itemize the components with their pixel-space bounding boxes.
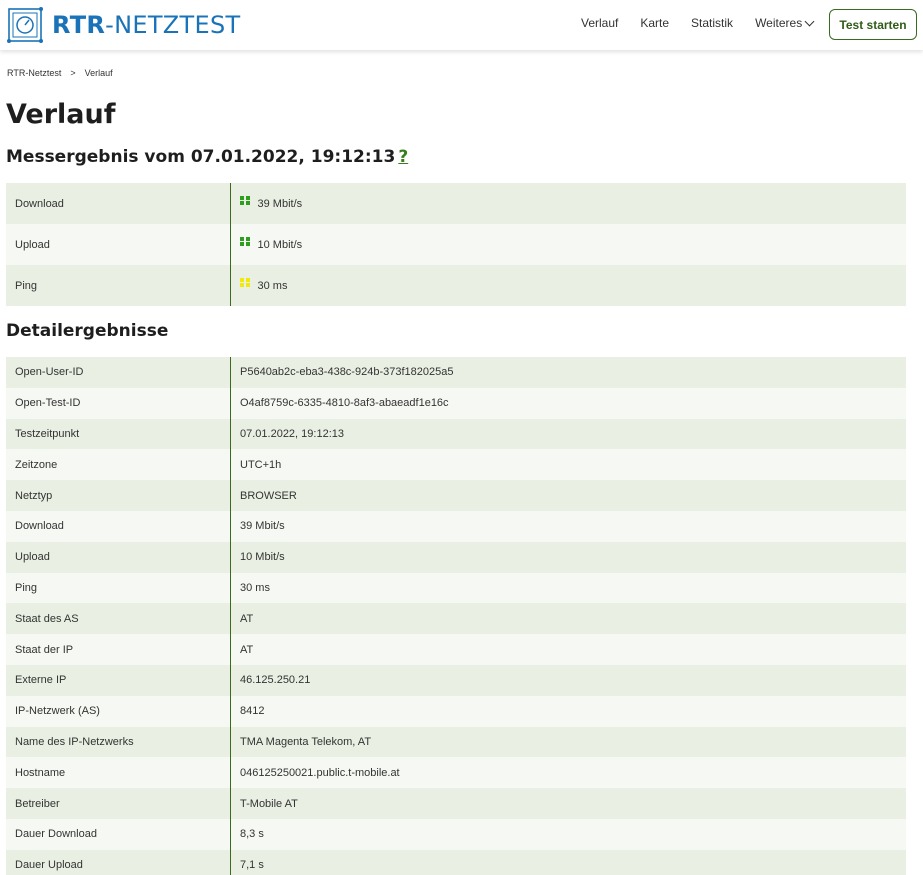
detail-row: Staat der IP AT: [6, 634, 906, 665]
detail-value: 39 Mbit/s: [230, 510, 906, 542]
detail-value: O4af8759c-6335-4810-8af3-abaeadf1e16c: [230, 387, 906, 419]
detail-label: IP-Netzwerk (AS): [15, 705, 100, 718]
detail-row: IP-Netzwerk (AS) 8412: [6, 695, 906, 727]
detail-label: Staat der IP: [15, 643, 74, 656]
summary-value-cell: 30 ms: [230, 265, 906, 306]
detail-row: Name des IP-Netzwerks TMA Magenta Telekom…: [6, 726, 906, 758]
speedometer-logo-icon: [6, 6, 44, 44]
rating-squares-icon: [240, 236, 250, 247]
detail-value: 10 Mbit/s: [230, 541, 906, 573]
result-title: Messergebnis vom 07.01.2022, 19:12:13?: [6, 147, 408, 167]
breadcrumb: RTR-Netztest > Verlauf: [7, 68, 113, 78]
summary-value: 30 ms: [257, 279, 288, 292]
rating-squares-icon: [240, 277, 250, 288]
detail-value: 07.01.2022, 19:12:13: [230, 418, 906, 450]
breadcrumb-separator: >: [70, 68, 76, 78]
detail-value: AT: [230, 603, 906, 635]
summary-label: Download: [15, 197, 64, 210]
detail-table: Open-User-ID P5640ab2c-eba3-438c-924b-373…: [6, 357, 906, 875]
nav-verlauf[interactable]: Verlauf: [581, 16, 618, 30]
nav-weiteres-label: Weiteres: [755, 16, 803, 30]
summary-row: Ping 30 ms: [6, 265, 906, 306]
help-link[interactable]: ?: [398, 147, 408, 167]
detail-value: 046125250021.public.t-mobile.at: [230, 757, 906, 789]
detail-row: Open-Test-ID O4af8759c-6335-4810-8af3-aba…: [6, 387, 906, 419]
detail-label: Open-User-ID: [15, 366, 84, 379]
detail-label: Name des IP-Netzwerks: [15, 735, 134, 748]
detail-value: 30 ms: [230, 572, 906, 604]
summary-label: Ping: [15, 279, 38, 292]
nav-karte[interactable]: Karte: [640, 16, 669, 30]
detail-row: Ping 30 ms: [6, 572, 906, 604]
detail-label: Open-Test-ID: [15, 397, 81, 410]
detail-row: Download 39 Mbit/s: [6, 510, 906, 542]
detail-label: Hostname: [15, 766, 66, 779]
detail-value: AT: [230, 634, 906, 665]
detail-value: UTC+1h: [230, 449, 906, 481]
detail-label: Betreiber: [15, 797, 60, 810]
detail-row: Staat des AS AT: [6, 603, 906, 635]
detail-row: Netztyp BROWSER: [6, 480, 906, 511]
breadcrumb-home[interactable]: RTR-Netztest: [7, 68, 61, 78]
logo-text: RTR-NETZTEST: [52, 11, 241, 39]
detail-label: Download: [15, 520, 64, 533]
detail-title: Detailergebnisse: [6, 321, 169, 341]
summary-label: Upload: [15, 238, 50, 251]
detail-row: Betreiber T-Mobile AT: [6, 788, 906, 819]
summary-value: 10 Mbit/s: [257, 238, 303, 251]
rating-squares-icon: [240, 195, 250, 206]
detail-value: TMA Magenta Telekom, AT: [230, 726, 906, 758]
summary-value-cell: 10 Mbit/s: [230, 224, 906, 265]
detail-value: 46.125.250.21: [230, 664, 906, 696]
logo[interactable]: RTR-NETZTEST: [6, 6, 240, 44]
detail-label: Testzeitpunkt: [15, 427, 80, 440]
detail-row: Dauer Download 8,3 s: [6, 818, 906, 850]
detail-label: Staat des AS: [15, 612, 79, 625]
detail-label: Dauer Upload: [15, 859, 83, 872]
detail-value: 8,3 s: [230, 818, 906, 850]
start-test-button[interactable]: Test starten: [829, 9, 917, 40]
summary-value-cell: 39 Mbit/s: [230, 183, 906, 224]
detail-row: Hostname 046125250021.public.t-mobile.at: [6, 757, 906, 789]
result-title-text: Messergebnis vom 07.01.2022, 19:12:13: [6, 147, 396, 167]
detail-value: T-Mobile AT: [230, 788, 906, 819]
summary-row: Upload 10 Mbit/s: [6, 224, 906, 265]
detail-value: 8412: [230, 695, 906, 727]
summary-value: 39 Mbit/s: [257, 197, 303, 210]
nav-weiteres[interactable]: Weiteres: [755, 16, 815, 30]
summary-row: Download 39 Mbit/s: [6, 183, 906, 224]
breadcrumb-current: Verlauf: [84, 68, 113, 78]
main-nav: Verlauf Karte Statistik Weiteres: [581, 16, 835, 30]
detail-label: Netztyp: [15, 489, 53, 502]
detail-row: Upload 10 Mbit/s: [6, 541, 906, 573]
detail-label: Upload: [15, 551, 50, 564]
detail-label: Ping: [15, 581, 38, 594]
detail-row: Testzeitpunkt 07.01.2022, 19:12:13: [6, 418, 906, 450]
detail-value: 7,1 s: [230, 849, 906, 875]
detail-row: Externe IP 46.125.250.21: [6, 664, 906, 696]
detail-label: Zeitzone: [15, 458, 58, 471]
detail-value: BROWSER: [230, 480, 906, 511]
page-title: Verlauf: [6, 99, 116, 130]
chevron-down-icon: [804, 16, 815, 26]
top-header: RTR-NETZTEST Verlauf Karte Statistik Wei…: [0, 0, 923, 50]
detail-row: Zeitzone UTC+1h: [6, 449, 906, 481]
detail-row: Dauer Upload 7,1 s: [6, 849, 906, 875]
detail-row: Open-User-ID P5640ab2c-eba3-438c-924b-373…: [6, 357, 906, 388]
summary-table: Download 39 Mbit/s Upload 10 Mbit/s Ping 30 m…: [6, 183, 906, 306]
detail-value: P5640ab2c-eba3-438c-924b-373f182025a5: [230, 357, 906, 388]
detail-label: Dauer Download: [15, 828, 97, 841]
detail-label: Externe IP: [15, 674, 67, 687]
nav-statistik[interactable]: Statistik: [691, 16, 733, 30]
